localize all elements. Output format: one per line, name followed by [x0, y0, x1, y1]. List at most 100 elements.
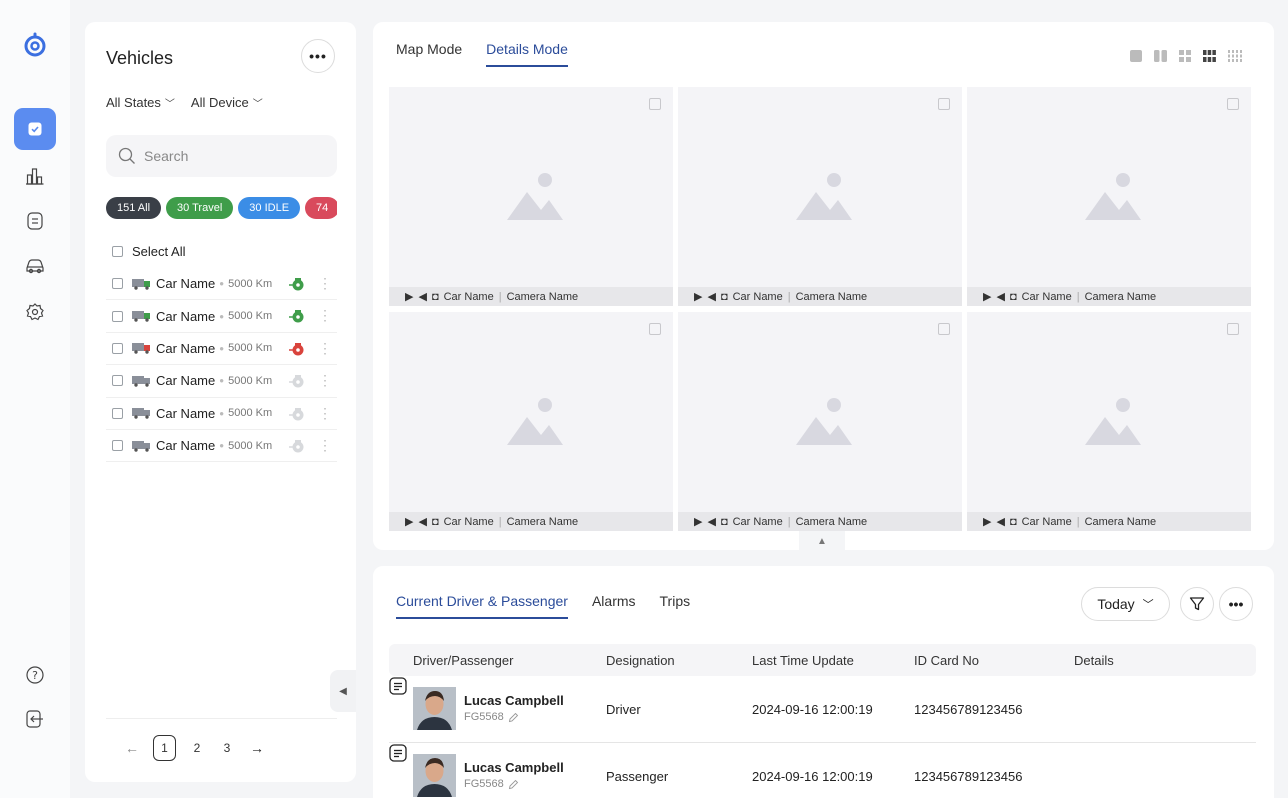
tab-trips[interactable]: Trips	[660, 593, 691, 619]
chip-all[interactable]: 151 All	[106, 197, 162, 219]
snapshot-icon[interactable]: ◘	[721, 291, 728, 303]
select-all[interactable]: Select All	[112, 244, 185, 259]
table-row[interactable]: Lucas Campbell FG5568 Driver 2024-09-16 …	[389, 677, 1256, 743]
fullscreen-icon[interactable]	[649, 323, 661, 335]
tab-current-driver[interactable]: Current Driver & Passenger	[396, 593, 568, 619]
edit-icon[interactable]	[508, 712, 519, 723]
volume-icon[interactable]: ◀	[996, 290, 1004, 303]
document-icon[interactable]	[14, 200, 56, 242]
next-page-icon[interactable]: →	[242, 740, 272, 756]
camera-cell[interactable]: ▶ ◀ ◘ Car Name | Camera Name	[678, 87, 962, 306]
row-checkbox[interactable]	[112, 375, 123, 387]
prev-page-icon[interactable]: ←	[117, 740, 147, 756]
list-item[interactable]: Car Name ● 5000 Km ⋮	[106, 333, 337, 366]
edit-icon[interactable]	[508, 779, 519, 790]
snapshot-icon[interactable]: ◘	[1010, 516, 1017, 528]
tab-map-mode[interactable]: Map Mode	[396, 41, 462, 67]
device-filter[interactable]: All Device ﹀	[191, 95, 263, 110]
play-icon[interactable]: ▶	[983, 290, 991, 303]
fullscreen-icon[interactable]	[1227, 98, 1239, 110]
tab-alarms[interactable]: Alarms	[592, 593, 636, 619]
collapse-panel-button[interactable]: ◀	[330, 670, 356, 712]
row-checkbox[interactable]	[112, 440, 123, 452]
caret-up-icon[interactable]: ▲	[817, 536, 827, 547]
row-checkbox[interactable]	[112, 278, 123, 290]
row-checkbox[interactable]	[112, 342, 123, 354]
snapshot-icon[interactable]: ◘	[1010, 291, 1017, 303]
image-placeholder-icon	[1085, 173, 1141, 220]
tab-details-mode[interactable]: Details Mode	[486, 41, 568, 67]
logout-icon[interactable]	[14, 698, 56, 740]
dashboard-icon[interactable]	[14, 108, 56, 150]
layout-4-icon[interactable]	[1179, 50, 1191, 62]
camera-cell[interactable]: ▶ ◀ ◘ Car Name | Camera Name	[967, 87, 1251, 306]
id-card-cell: 123456789123456	[914, 769, 1023, 784]
details-icon[interactable]	[389, 744, 407, 762]
play-icon[interactable]: ▶	[983, 515, 991, 528]
filter-button[interactable]	[1180, 587, 1214, 621]
volume-icon[interactable]: ◀	[996, 515, 1004, 528]
list-item[interactable]: Car Name ● 5000 Km ⋮	[106, 300, 337, 333]
select-all-checkbox[interactable]	[112, 246, 123, 257]
page-3[interactable]: 3	[212, 741, 242, 755]
chip-idle[interactable]: 30 IDLE	[238, 197, 301, 219]
play-icon[interactable]: ▶	[694, 515, 702, 528]
logo-icon[interactable]	[14, 24, 56, 66]
camera-cell[interactable]: ▶ ◀ ◘ Car Name | Camera Name	[678, 312, 962, 531]
person-name: Lucas Campbell	[464, 693, 564, 708]
row-kebab-icon[interactable]: ⋮	[318, 340, 332, 357]
car-icon[interactable]	[14, 245, 56, 287]
layout-1-icon[interactable]	[1130, 50, 1142, 62]
settings-icon[interactable]	[14, 291, 56, 333]
details-icon[interactable]	[389, 677, 407, 695]
row-kebab-icon[interactable]: ⋮	[318, 307, 332, 324]
layout-6-icon[interactable]	[1203, 50, 1216, 62]
date-filter-dropdown[interactable]: Today ﹀	[1081, 587, 1170, 621]
vehicles-more-button[interactable]: •••	[301, 39, 335, 73]
play-icon[interactable]: ▶	[405, 515, 413, 528]
camera-cell[interactable]: ▶ ◀ ◘ Car Name | Camera Name	[967, 312, 1251, 531]
play-icon[interactable]: ▶	[405, 290, 413, 303]
list-item[interactable]: Car Name ● 5000 Km ⋮	[106, 365, 337, 398]
row-kebab-icon[interactable]: ⋮	[318, 275, 332, 292]
camera-cell[interactable]: ▶ ◀ ◘ Car Name | Camera Name	[389, 87, 673, 306]
fullscreen-icon[interactable]	[1227, 323, 1239, 335]
row-kebab-icon[interactable]: ⋮	[318, 437, 332, 454]
car-name: Car Name	[732, 290, 783, 303]
volume-icon[interactable]: ◀	[418, 290, 426, 303]
volume-icon[interactable]: ◀	[707, 290, 715, 303]
truck-icon	[132, 343, 150, 355]
page-1[interactable]: 1	[153, 735, 176, 761]
more-options-button[interactable]: •••	[1219, 587, 1253, 621]
volume-icon[interactable]: ◀	[418, 515, 426, 528]
camera-cell[interactable]: ▶ ◀ ◘ Car Name | Camera Name	[389, 312, 673, 531]
camera-status-icon	[289, 375, 304, 388]
fullscreen-icon[interactable]	[938, 323, 950, 335]
row-kebab-icon[interactable]: ⋮	[318, 372, 332, 389]
volume-icon[interactable]: ◀	[707, 515, 715, 528]
list-item[interactable]: Car Name ● 5000 Km ⋮	[106, 398, 337, 430]
chip-travel[interactable]: 30 Travel	[166, 197, 234, 219]
help-icon[interactable]: ?	[14, 654, 56, 696]
fullscreen-icon[interactable]	[938, 98, 950, 110]
chip-alarm[interactable]: 74	[305, 197, 337, 219]
camera-toolbar: ▶ ◀ ◘ Car Name | Camera Name	[389, 287, 673, 306]
fullscreen-icon[interactable]	[649, 98, 661, 110]
truck-icon	[132, 440, 150, 452]
search-input[interactable]	[144, 148, 324, 164]
page-2[interactable]: 2	[182, 741, 212, 755]
chart-icon[interactable]	[14, 155, 56, 197]
list-item[interactable]: Car Name ● 5000 Km ⋮	[106, 268, 337, 301]
states-filter[interactable]: All States ﹀	[106, 95, 175, 110]
row-checkbox[interactable]	[112, 310, 123, 322]
play-icon[interactable]: ▶	[694, 290, 702, 303]
snapshot-icon[interactable]: ◘	[432, 516, 439, 528]
snapshot-icon[interactable]: ◘	[721, 516, 728, 528]
layout-12-icon[interactable]	[1228, 50, 1242, 62]
layout-2-icon[interactable]	[1154, 50, 1167, 62]
list-item[interactable]: Car Name ● 5000 Km ⋮	[106, 430, 337, 463]
row-kebab-icon[interactable]: ⋮	[318, 405, 332, 422]
table-row[interactable]: Lucas Campbell FG5568 Passenger 2024-09-…	[389, 744, 1256, 798]
row-checkbox[interactable]	[112, 407, 123, 419]
snapshot-icon[interactable]: ◘	[432, 291, 439, 303]
